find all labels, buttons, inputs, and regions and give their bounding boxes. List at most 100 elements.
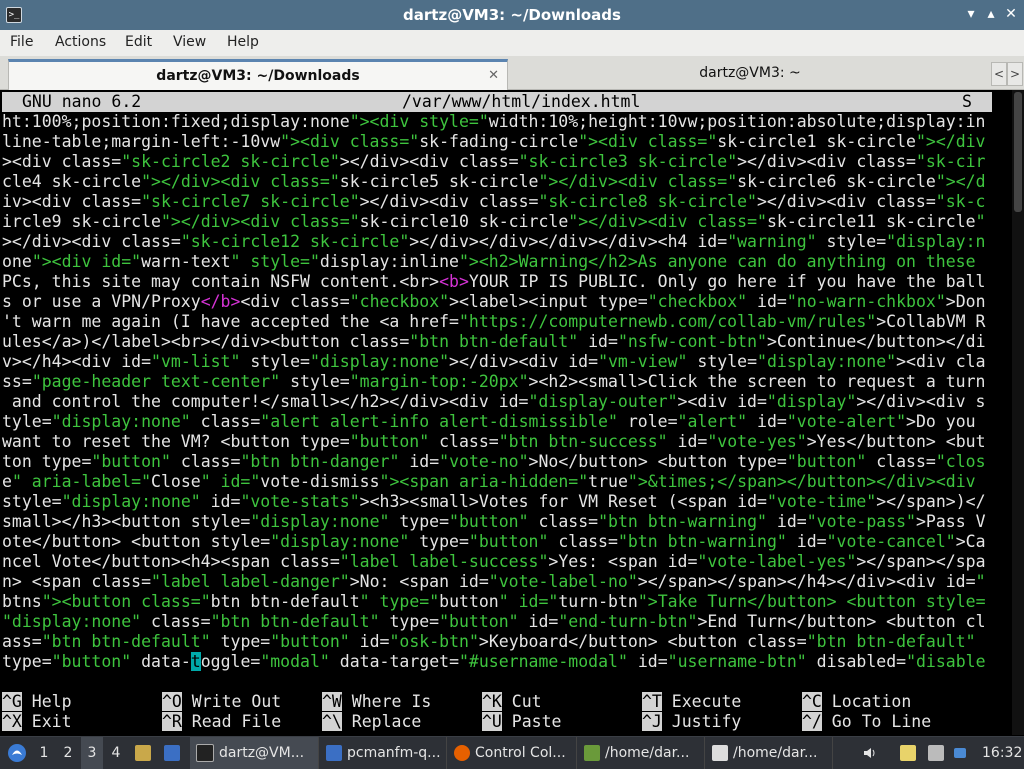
editor-line[interactable]: ules</a>)</label><br></div><button class… <box>2 332 986 352</box>
shortcut-execute: ^T Execute <box>642 692 741 712</box>
shortcut-key: ^J <box>642 712 662 731</box>
shortcut-cut: ^K Cut <box>482 692 542 712</box>
shortcut-exit: ^X Exit <box>2 712 72 732</box>
text-editor-icon <box>712 745 728 761</box>
shortcut-label: Exit <box>21 712 72 731</box>
shortcut-key: ^U <box>482 712 502 731</box>
minimize-icon[interactable]: ▾ <box>962 5 980 23</box>
task-firefox[interactable]: Control Col... <box>448 737 577 769</box>
editor-line[interactable]: 't warn me again (I have accepted the <a… <box>2 312 985 332</box>
menu-help[interactable]: Help <box>227 34 259 50</box>
taskbar: 1 2 3 4 dartz@VM... pcmanfm-q... Control… <box>0 736 1024 769</box>
shortcut-label: Location <box>821 692 912 711</box>
menu-edit[interactable]: Edit <box>125 34 152 50</box>
task-terminal[interactable]: dartz@VM... <box>190 737 319 769</box>
shortcut-key: ^O <box>162 692 182 711</box>
text-editor-icon <box>584 745 600 761</box>
editor-line[interactable]: ></div><div class="sk-circle12 sk-circle… <box>2 232 985 252</box>
screen-icon[interactable] <box>954 737 974 769</box>
editor-line[interactable]: type="button" data-toggle="modal" data-t… <box>2 652 986 672</box>
editor-line[interactable]: ass="btn btn-default" type="button" id="… <box>2 632 976 652</box>
scrollbar-thumb[interactable] <box>1014 92 1022 212</box>
task-editor-2[interactable]: /home/dar... <box>706 737 833 769</box>
shortcut-label: Justify <box>661 712 742 731</box>
editor-line[interactable]: and control the computer!</small></h2></… <box>2 392 986 412</box>
editor-line[interactable]: ss="page-header text-center" style="marg… <box>2 372 986 392</box>
tab-scroll-right-icon[interactable]: > <box>1007 62 1023 86</box>
terminal-scrollbar[interactable] <box>1012 90 1024 735</box>
menu-view[interactable]: View <box>173 34 206 50</box>
terminal-icon <box>196 744 214 762</box>
editor-line[interactable]: one"><div id="warn-text" style="display:… <box>2 252 976 272</box>
shortcut-key: ^K <box>482 692 502 711</box>
task-editor-1[interactable]: /home/dar... <box>578 737 705 769</box>
tab-label: dartz@VM3: ~/Downloads <box>156 68 360 84</box>
folder-icon <box>326 745 342 761</box>
tab-home[interactable]: dartz@VM3: ~ <box>510 59 990 89</box>
desktop-3[interactable]: 3 <box>81 737 103 769</box>
clock[interactable]: 16:32 <box>982 737 1022 769</box>
editor-line[interactable]: iv><div class="sk-circle7 sk-circle"></d… <box>2 192 985 212</box>
editor-line[interactable]: line-table;margin-left:-10vw"><div class… <box>2 132 986 152</box>
editor-line[interactable]: style="display:none" id="vote-stats"><h3… <box>2 492 986 512</box>
clipboard-icon[interactable] <box>900 737 920 769</box>
editor-line[interactable]: want to reset the VM? <button type="butt… <box>2 432 986 452</box>
editor-line[interactable]: ircle9 sk-circle"></div><div class="sk-c… <box>2 212 986 232</box>
desktop-4[interactable]: 4 <box>105 737 127 769</box>
editor-line[interactable]: e" aria-label="Close" id="vote-dismiss">… <box>2 472 976 492</box>
show-desktop-icon[interactable] <box>160 737 186 769</box>
shortcut-where-is: ^W Where Is <box>322 692 431 712</box>
editor-line[interactable]: n> <span class="label label-danger">No: … <box>2 572 986 592</box>
shortcut-key: ^W <box>322 692 342 711</box>
shortcut-label: Replace <box>341 712 422 731</box>
editor-line[interactable]: btns"><button class="btn btn-default" ty… <box>2 592 986 612</box>
editor-line[interactable]: ><div class="sk-circle2 sk-circle"></div… <box>2 152 985 172</box>
task-file-manager[interactable]: pcmanfm-q... <box>320 737 447 769</box>
start-menu-icon[interactable] <box>4 737 30 769</box>
nano-header: GNU nano 6.2 /var/www/html/index.html S <box>2 92 992 112</box>
window-titlebar[interactable]: >_ dartz@VM3: ~/Downloads ▾ ▴ ✕ <box>0 0 1024 30</box>
desktop-2[interactable]: 2 <box>57 737 79 769</box>
tab-downloads[interactable]: dartz@VM3: ~/Downloads ✕ <box>8 59 508 92</box>
desktop-1[interactable]: 1 <box>33 737 55 769</box>
editor-line[interactable]: ncel Vote</button><h4><span class="label… <box>2 552 986 572</box>
tab-scroll-left-icon[interactable]: < <box>991 62 1007 86</box>
editor-line[interactable]: s or use a VPN/Proxy</b><div class="chec… <box>2 292 986 312</box>
tab-close-icon[interactable]: ✕ <box>488 62 499 90</box>
shortcut-read-file: ^R Read File <box>162 712 281 732</box>
shortcut-label: Paste <box>501 712 562 731</box>
editor-line[interactable]: "display:none" class="btn btn-default" t… <box>2 612 986 632</box>
editor-line[interactable]: cle4 sk-circle"></div><div class="sk-cir… <box>2 172 986 192</box>
window-title: dartz@VM3: ~/Downloads <box>403 6 621 24</box>
nano-version: GNU nano 6.2 <box>22 92 142 111</box>
close-icon[interactable]: ✕ <box>1002 5 1020 23</box>
nano-modified-flag: S <box>962 92 972 111</box>
menu-file[interactable]: File <box>10 34 33 50</box>
shortcut-paste: ^U Paste <box>482 712 561 732</box>
nano-filename: /var/www/html/index.html <box>402 92 641 111</box>
editor-line[interactable]: small></h3><button style="display:none" … <box>2 512 986 532</box>
editor-line[interactable]: ote</button> <button style="display:none… <box>2 532 986 552</box>
file-manager-launcher-icon[interactable] <box>132 737 156 769</box>
editor-line[interactable]: ton type="button" class="btn btn-danger"… <box>2 452 986 472</box>
editor-line[interactable]: ht:100%;position:fixed;display:none"><di… <box>2 112 985 132</box>
network-icon[interactable] <box>928 737 948 769</box>
shortcut-label: Go To Line <box>821 712 932 731</box>
maximize-icon[interactable]: ▴ <box>982 5 1000 23</box>
tab-label: dartz@VM3: ~ <box>699 65 801 81</box>
shortcut-help: ^G Help <box>2 692 72 712</box>
volume-icon[interactable] <box>862 737 882 769</box>
shortcut-replace: ^\ Replace <box>322 712 421 732</box>
editor-line[interactable]: PCs, this site may contain NSFW content.… <box>2 272 985 292</box>
editor-line[interactable]: tyle="display:none" class="alert alert-i… <box>2 412 976 432</box>
firefox-icon <box>454 745 470 761</box>
shortcut-label: Execute <box>661 692 742 711</box>
editor-line[interactable]: v></h4><div id="vm-list" style="display:… <box>2 352 986 372</box>
shortcut-label: Cut <box>501 692 542 711</box>
shortcut-key: ^C <box>802 692 822 711</box>
shortcut-write-out: ^O Write Out <box>162 692 281 712</box>
tab-bar: dartz@VM3: ~/Downloads ✕ dartz@VM3: ~ <box>0 56 1024 92</box>
shortcut-label: Write Out <box>181 692 282 711</box>
terminal-view[interactable]: GNU nano 6.2 /var/www/html/index.html S … <box>0 90 1024 735</box>
menu-actions[interactable]: Actions <box>55 34 106 50</box>
